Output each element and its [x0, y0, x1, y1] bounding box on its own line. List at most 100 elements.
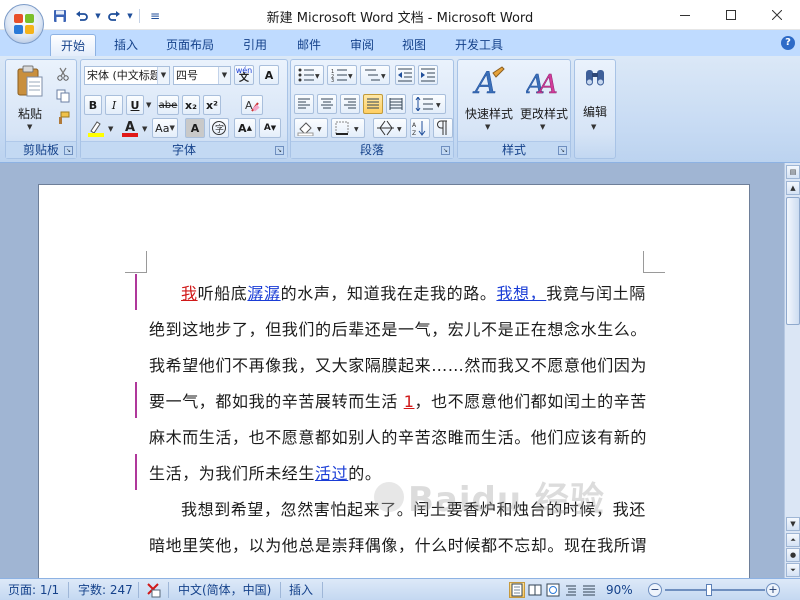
align-center-button[interactable]	[317, 94, 337, 114]
distributed-button[interactable]	[386, 94, 406, 114]
line-spacing-button[interactable]: ▼	[412, 94, 446, 114]
zoom-slider-track[interactable]	[665, 589, 765, 591]
font-name-dropdown-icon[interactable]: ▼	[157, 67, 169, 84]
editing-button[interactable]: 编辑 ▼	[577, 63, 613, 137]
tab-mailings[interactable]: 邮件	[287, 34, 331, 56]
outline-view-icon[interactable]	[563, 582, 579, 598]
scroll-up-icon[interactable]: ▲	[786, 181, 800, 195]
numbering-button[interactable]: 1 2 3 ▼	[327, 65, 357, 85]
strikethrough-button[interactable]: abe	[157, 95, 179, 115]
word-count[interactable]: 字数: 247	[78, 582, 133, 598]
align-left-button[interactable]	[294, 94, 314, 114]
text-run: 麻木而生活，也不愿意都如别人的辛苦恣睢而生活。他们应该有新的	[149, 428, 648, 447]
bullets-button[interactable]: ▼	[294, 65, 324, 85]
borders-button[interactable]: ▼	[331, 118, 365, 138]
document-page[interactable]: 我听船底潺潺的水声，知道我在走我的路。我想，我竟与闰土隔绝到这地步了，但我们的后…	[38, 184, 750, 578]
sort-button[interactable]: AZ	[410, 118, 430, 138]
show-marks-button[interactable]	[433, 118, 453, 138]
change-case-button[interactable]: Aa ▼	[152, 118, 178, 138]
document-line[interactable]: 我听船底潺潺的水声，知道我在走我的路。我想，我竟与闰土隔	[149, 276, 649, 312]
grow-font-button[interactable]: A ▲	[234, 118, 256, 138]
multilevel-list-button[interactable]: ▼	[360, 65, 390, 85]
draft-view-icon[interactable]	[581, 582, 597, 598]
office-button[interactable]	[4, 4, 44, 44]
shrink-font-button[interactable]: A ▼	[259, 118, 281, 138]
font-size-combo[interactable]: 四号 ▼	[173, 66, 231, 85]
tab-developer[interactable]: 开发工具	[445, 34, 513, 56]
ruler-toggle-icon[interactable]: ▤	[786, 165, 800, 179]
character-border-button[interactable]: A	[259, 65, 279, 85]
paragraph-launcher-icon[interactable]: ↘	[441, 146, 450, 155]
clear-formatting-button[interactable]: A	[241, 95, 263, 115]
decrease-indent-button[interactable]	[395, 65, 415, 85]
document-line[interactable]: 我希望他们不再像我，又大家隔膜起来……然而我又不愿意他们因为	[149, 348, 649, 384]
revision-mark: 我想，	[496, 284, 547, 303]
tab-page-layout[interactable]: 页面布局	[156, 34, 224, 56]
scroll-thumb[interactable]	[786, 197, 800, 325]
zoom-in-icon[interactable]: +	[766, 583, 780, 597]
page-count[interactable]: 页面: 1/1	[8, 582, 59, 598]
document-line[interactable]: 绝到这地步了，但我们的后辈还是一气，宏儿不是正在想念水生么。	[149, 312, 649, 348]
phonetic-guide-button[interactable]: wén 文	[234, 65, 254, 85]
zoom-out-icon[interactable]: −	[648, 583, 662, 597]
document-line[interactable]: 暗地里笑他，以为他总是崇拜偶像，什么时候都不忘却。现在我所谓	[149, 528, 649, 564]
text-run: 绝到这地步了，但我们的后辈还是一气，宏儿不是正在想念水生么。	[149, 320, 648, 339]
change-styles-button[interactable]: A A 更改样式 ▼	[516, 63, 570, 137]
proofing-icon[interactable]	[146, 582, 162, 598]
status-separator	[322, 582, 323, 598]
styles-launcher-icon[interactable]: ↘	[558, 146, 567, 155]
tab-review[interactable]: 审阅	[340, 34, 384, 56]
font-size-dropdown-icon[interactable]: ▼	[218, 67, 230, 84]
insert-mode[interactable]: 插入	[289, 582, 313, 598]
document-line[interactable]: 要一气，都如我的辛苦展转而生活 1，也不愿意他们都如闰土的辛苦	[149, 384, 649, 420]
underline-button[interactable]: U	[126, 95, 144, 115]
previous-page-icon[interactable]: ⏶	[786, 533, 800, 547]
page-corner-top-left	[125, 251, 147, 273]
increase-indent-button[interactable]	[418, 65, 438, 85]
superscript-button[interactable]: x²	[203, 95, 221, 115]
language[interactable]: 中文(简体，中国)	[178, 582, 271, 598]
web-layout-view-icon[interactable]	[545, 582, 561, 598]
clipboard-launcher-icon[interactable]: ↘	[64, 146, 73, 155]
print-layout-view-icon[interactable]	[509, 582, 525, 598]
maximize-icon[interactable]	[708, 0, 754, 30]
format-painter-icon[interactable]	[53, 108, 73, 128]
vertical-scrollbar[interactable]: ▤ ▲ ▼ ⏶ ● ⏷	[784, 163, 800, 578]
bold-button[interactable]: B	[84, 95, 102, 115]
font-color-button[interactable]: A	[119, 118, 141, 138]
text-run: 生活，为我们所未经生	[149, 464, 316, 483]
subscript-button[interactable]: x₂	[182, 95, 200, 115]
tab-home[interactable]: 开始	[50, 34, 97, 56]
close-icon[interactable]	[754, 0, 800, 30]
quick-styles-button[interactable]: A 快速样式 ▼	[461, 63, 515, 137]
italic-button[interactable]: I	[105, 95, 123, 115]
shading-button[interactable]: ▼	[294, 118, 328, 138]
copy-icon[interactable]	[53, 86, 73, 106]
justify-button[interactable]	[363, 94, 383, 114]
document-line[interactable]: 麻木而生活，也不愿意都如别人的辛苦恣睢而生活。他们应该有新的	[149, 420, 649, 456]
font-color-dropdown-icon[interactable]: ▼	[142, 125, 147, 133]
cut-icon[interactable]	[53, 64, 73, 84]
align-right-button[interactable]	[340, 94, 360, 114]
zoom-slider-thumb[interactable]	[706, 584, 713, 596]
scroll-down-icon[interactable]: ▼	[786, 517, 800, 531]
tab-references[interactable]: 引用	[233, 34, 277, 56]
minimize-icon[interactable]	[662, 0, 708, 30]
enclose-characters-button[interactable]: 字	[209, 118, 229, 138]
zoom-level[interactable]: 90%	[606, 582, 633, 598]
underline-dropdown-icon[interactable]: ▼	[146, 101, 151, 109]
highlight-dropdown-icon[interactable]: ▼	[108, 125, 113, 133]
full-screen-reading-view-icon[interactable]	[527, 582, 543, 598]
select-browse-object-icon[interactable]: ●	[786, 548, 800, 562]
help-icon[interactable]: ?	[781, 36, 795, 50]
chinese-layout-button[interactable]: ▼	[373, 118, 407, 138]
font-launcher-icon[interactable]: ↘	[275, 146, 284, 155]
highlight-color-button[interactable]	[84, 118, 108, 138]
character-shading-button[interactable]: A	[185, 118, 205, 138]
tab-insert[interactable]: 插入	[104, 34, 148, 56]
decrease-indent-icon	[398, 68, 412, 82]
next-page-icon[interactable]: ⏷	[786, 563, 800, 577]
tab-view[interactable]: 视图	[392, 34, 436, 56]
font-name-combo[interactable]: 宋体 (中文标题 ▼	[84, 66, 170, 85]
paste-button[interactable]: 粘贴 ▼	[9, 63, 51, 135]
